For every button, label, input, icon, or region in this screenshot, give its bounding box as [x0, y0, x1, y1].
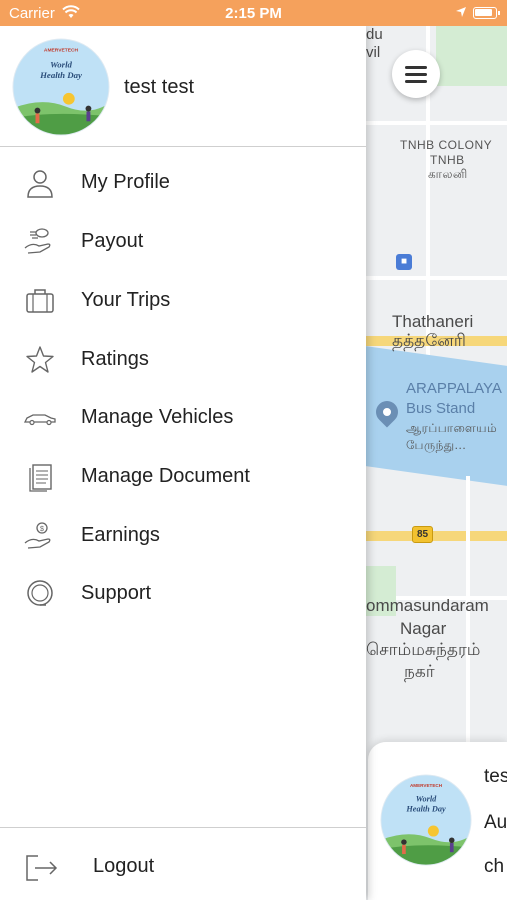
navigation-drawer: AMERVETECH World Health Day test test My… — [0, 26, 366, 900]
trip-card-line-2: Au — [484, 812, 507, 833]
map-label: TNHB — [430, 153, 465, 167]
map-label: ARAPPALAYA — [406, 380, 502, 397]
hamburger-icon-bar — [405, 73, 427, 76]
map-label: du — [366, 26, 383, 43]
menu-item-label: Earnings — [81, 524, 160, 546]
menu-item-support[interactable]: Support — [0, 568, 366, 620]
menu-item-label: My Profile — [81, 171, 170, 193]
menu-item-label: Manage Document — [81, 465, 250, 487]
map-label: Nagar — [400, 619, 447, 638]
map-road — [366, 276, 507, 280]
map-label: பேருந்து... — [406, 438, 467, 452]
menu-item-my-profile[interactable]: My Profile — [0, 157, 366, 209]
status-bar: Carrier 2:15 PM — [0, 0, 507, 26]
avatar-brand: AMERVETECH — [410, 783, 443, 788]
menu-item-manage-vehicles[interactable]: Manage Vehicles — [0, 392, 366, 444]
avatar-title-2: Health Day — [39, 70, 82, 80]
trip-card[interactable]: AMERVETECH World Health Day tes Au ch — [368, 742, 507, 900]
headset-icon — [22, 578, 58, 610]
hamburger-menu-button[interactable] — [392, 50, 440, 98]
map-label: ommasundaram — [366, 596, 489, 615]
profile-avatar[interactable]: AMERVETECH World Health Day — [12, 38, 110, 136]
car-icon — [22, 402, 58, 434]
status-time: 2:15 PM — [225, 5, 282, 22]
menu-item-label: Payout — [81, 230, 144, 252]
drawer-header[interactable]: AMERVETECH World Health Day test test — [0, 26, 366, 147]
menu-item-label: Manage Vehicles — [81, 406, 234, 428]
trip-card-line-1: tes — [484, 766, 507, 787]
payout-hand-icon — [22, 226, 58, 258]
menu-item-payout[interactable]: Payout — [0, 216, 366, 268]
map-green-area — [436, 26, 507, 86]
map-highway — [366, 531, 507, 541]
hamburger-icon-bar — [405, 80, 427, 83]
map-label: சொம்மசுந்தரம் — [366, 640, 481, 659]
map-label: Thathaneri — [392, 312, 474, 331]
star-icon — [22, 344, 58, 376]
map-label: vil — [366, 44, 381, 61]
menu-item-label: Support — [81, 582, 152, 604]
logout-icon — [22, 850, 62, 884]
map-label: காலனி — [428, 167, 468, 181]
avatar-title-1: World — [50, 59, 72, 69]
avatar-brand: AMERVETECH — [44, 48, 79, 54]
hamburger-icon — [405, 66, 427, 69]
profile-name: test test — [124, 76, 195, 98]
battery-icon — [473, 7, 500, 19]
map-label: தத்தனேரி — [392, 331, 467, 350]
map-label: Bus Stand — [406, 400, 476, 417]
map-label: TNHB COLONY — [400, 138, 493, 152]
briefcase-icon — [22, 285, 58, 317]
menu-item-label: Ratings — [81, 348, 149, 370]
menu-item-earnings[interactable]: $ Earnings — [0, 510, 366, 562]
document-icon — [22, 461, 58, 493]
map-label: ஆரப்பாளையம் — [406, 421, 498, 435]
earnings-hand-icon: $ — [22, 520, 58, 552]
menu-item-ratings[interactable]: Ratings — [0, 334, 366, 386]
avatar-title-1: World — [416, 795, 437, 804]
menu-item-label: Your Trips — [81, 289, 171, 311]
trip-avatar: AMERVETECH World Health Day — [380, 774, 472, 866]
menu-item-manage-document[interactable]: Manage Document — [0, 451, 366, 503]
road-shield: 85 — [412, 526, 434, 543]
menu-item-your-trips[interactable]: Your Trips — [0, 275, 366, 327]
logout-label: Logout — [93, 855, 155, 877]
bus-stop-icon[interactable]: ■ — [396, 254, 412, 270]
logout-button[interactable]: Logout — [0, 827, 366, 900]
trip-card-line-3: ch — [484, 856, 505, 877]
map-road — [366, 121, 507, 125]
map-label: நகர் — [404, 662, 435, 681]
user-icon — [22, 167, 58, 199]
location-arrow-icon — [455, 5, 467, 22]
avatar-title-2: Health Day — [405, 805, 446, 814]
svg-text:$: $ — [40, 526, 44, 533]
